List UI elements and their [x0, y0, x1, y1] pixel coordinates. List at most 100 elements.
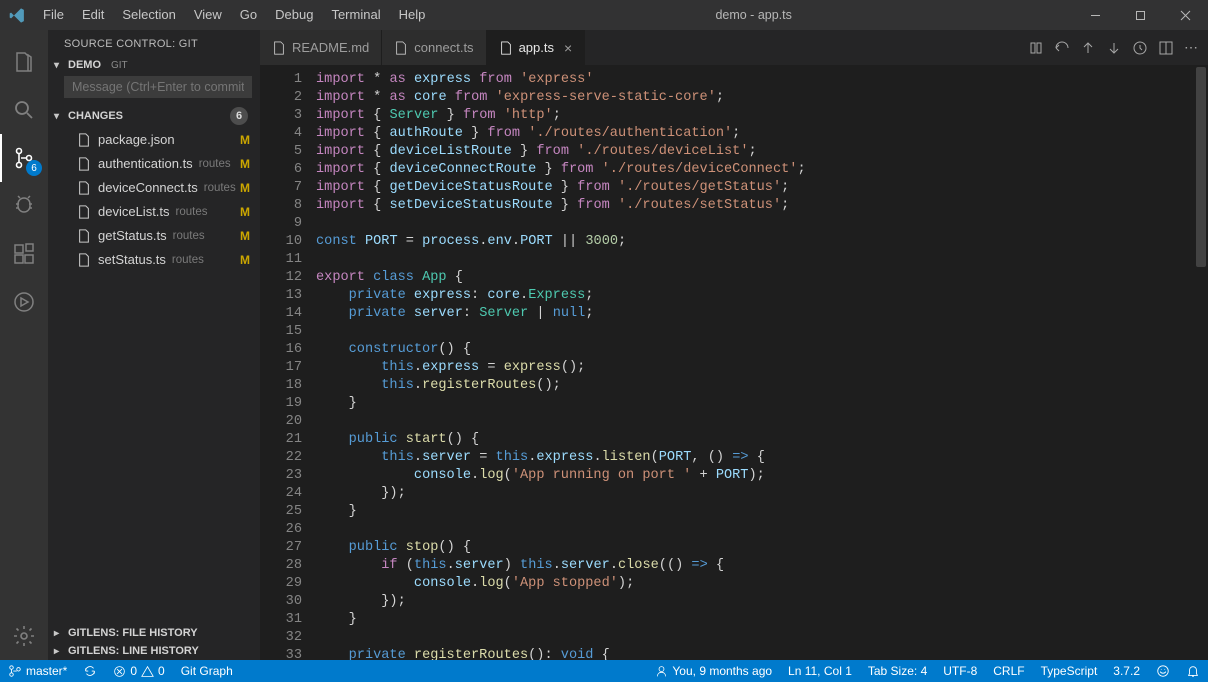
activity-bar: 6 [0, 30, 48, 660]
window-title: demo - app.ts [434, 8, 1073, 22]
tab-size[interactable]: Tab Size: 4 [860, 660, 935, 682]
window-controls [1073, 0, 1208, 30]
gitlens-line-history[interactable]: GITLENS: LINE HISTORY [48, 642, 260, 660]
file-icon [76, 204, 92, 220]
split-editor-icon[interactable] [1158, 40, 1174, 56]
menu-debug[interactable]: Debug [266, 0, 322, 30]
code-editor[interactable]: 1234567891011121314151617181920212223242… [260, 65, 1208, 660]
status-bar: master* 0 0 Git Graph You, 9 months ago … [0, 660, 1208, 682]
repo-name: DEMO [68, 59, 101, 71]
changed-file[interactable]: package.json M [48, 128, 260, 152]
file-status: M [240, 249, 250, 271]
minimap[interactable] [1114, 65, 1194, 660]
git-branch[interactable]: master* [0, 660, 75, 682]
file-name: package.json [98, 129, 175, 151]
line-gutter: 1234567891011121314151617181920212223242… [260, 65, 316, 660]
changed-file[interactable]: setStatus.ts routes M [48, 248, 260, 272]
file-icon [76, 132, 92, 148]
file-icon [272, 41, 286, 55]
changed-file[interactable]: authentication.ts routes M [48, 152, 260, 176]
gitlens-blame[interactable]: You, 9 months ago [647, 660, 780, 682]
file-status: M [240, 153, 250, 175]
code-area[interactable]: import * as express from 'express'import… [316, 65, 1208, 660]
file-icon [76, 180, 92, 196]
editor-panel: README.md connect.ts app.ts × ⋯ [260, 30, 1208, 660]
tab-app[interactable]: app.ts × [487, 30, 586, 65]
menu-terminal[interactable]: Terminal [322, 0, 389, 30]
minimize-button[interactable] [1073, 0, 1118, 30]
eol[interactable]: CRLF [985, 660, 1032, 682]
tab-connect[interactable]: connect.ts [382, 30, 486, 65]
menu-edit[interactable]: Edit [73, 0, 113, 30]
tab-readme[interactable]: README.md [260, 30, 382, 65]
file-name: deviceConnect.ts [98, 177, 198, 199]
git-graph[interactable]: Git Graph [173, 660, 241, 682]
close-icon[interactable]: × [564, 40, 572, 56]
vscode-logo [0, 7, 34, 24]
scm-badge: 6 [26, 160, 42, 176]
sidebar: SOURCE CONTROL: GIT DEMO GIT CHANGES 6 p… [48, 30, 260, 660]
changes-label: CHANGES [68, 110, 123, 122]
menu-selection[interactable]: Selection [113, 0, 184, 30]
next-change-icon[interactable] [1106, 40, 1122, 56]
liveshare-icon[interactable] [0, 278, 48, 326]
tab-label: connect.ts [414, 40, 473, 55]
changed-file[interactable]: deviceList.ts routes M [48, 200, 260, 224]
file-status: M [240, 201, 250, 223]
extensions-icon[interactable] [0, 230, 48, 278]
menu-go[interactable]: Go [231, 0, 266, 30]
file-status: M [240, 129, 250, 151]
changed-file[interactable]: getStatus.ts routes M [48, 224, 260, 248]
file-path: routes [172, 249, 204, 271]
file-icon [76, 156, 92, 172]
editor-tabs: README.md connect.ts app.ts × ⋯ [260, 30, 1208, 65]
more-icon[interactable]: ⋯ [1184, 39, 1198, 56]
file-icon [499, 41, 513, 55]
changes-section[interactable]: CHANGES 6 [48, 104, 260, 128]
explorer-icon[interactable] [0, 38, 48, 86]
sidebar-header: SOURCE CONTROL: GIT [48, 30, 260, 56]
language-mode[interactable]: TypeScript [1033, 660, 1106, 682]
file-path: routes [204, 177, 236, 199]
ts-version[interactable]: 3.7.2 [1105, 660, 1148, 682]
compare-icon[interactable] [1028, 40, 1044, 56]
menu-view[interactable]: View [185, 0, 231, 30]
file-path: routes [176, 201, 208, 223]
tab-label: app.ts [519, 40, 554, 55]
file-icon [394, 41, 408, 55]
close-button[interactable] [1163, 0, 1208, 30]
menu-file[interactable]: File [34, 0, 73, 30]
revision-icon[interactable] [1132, 40, 1148, 56]
problems[interactable]: 0 0 [105, 660, 172, 682]
encoding[interactable]: UTF-8 [935, 660, 985, 682]
menu-help[interactable]: Help [390, 0, 435, 30]
changed-file[interactable]: deviceConnect.ts routes M [48, 176, 260, 200]
prev-change-icon[interactable] [1080, 40, 1096, 56]
repo-type: GIT [111, 60, 128, 71]
sync-icon[interactable] [75, 660, 105, 682]
scrollbar-thumb[interactable] [1196, 67, 1206, 267]
file-status: M [240, 225, 250, 247]
debug-icon[interactable] [0, 182, 48, 230]
file-status: M [240, 177, 250, 199]
title-bar: File Edit Selection View Go Debug Termin… [0, 0, 1208, 30]
settings-gear-icon[interactable] [0, 612, 48, 660]
editor-actions: ⋯ [1028, 30, 1208, 65]
file-path: routes [173, 225, 205, 247]
maximize-button[interactable] [1118, 0, 1163, 30]
source-control-icon[interactable]: 6 [0, 134, 48, 182]
scrollbar[interactable] [1194, 65, 1208, 660]
file-name: setStatus.ts [98, 249, 166, 271]
commit-message-input[interactable] [64, 76, 252, 98]
file-name: getStatus.ts [98, 225, 167, 247]
notifications-icon[interactable] [1178, 660, 1208, 682]
tab-label: README.md [292, 40, 369, 55]
feedback-icon[interactable] [1148, 660, 1178, 682]
gitlens-file-history[interactable]: GITLENS: FILE HISTORY [48, 624, 260, 642]
repo-section[interactable]: DEMO GIT [48, 56, 260, 74]
changes-count-badge: 6 [230, 107, 248, 125]
search-icon[interactable] [0, 86, 48, 134]
open-changes-icon[interactable] [1054, 40, 1070, 56]
cursor-position[interactable]: Ln 11, Col 1 [780, 660, 860, 682]
file-icon [76, 228, 92, 244]
